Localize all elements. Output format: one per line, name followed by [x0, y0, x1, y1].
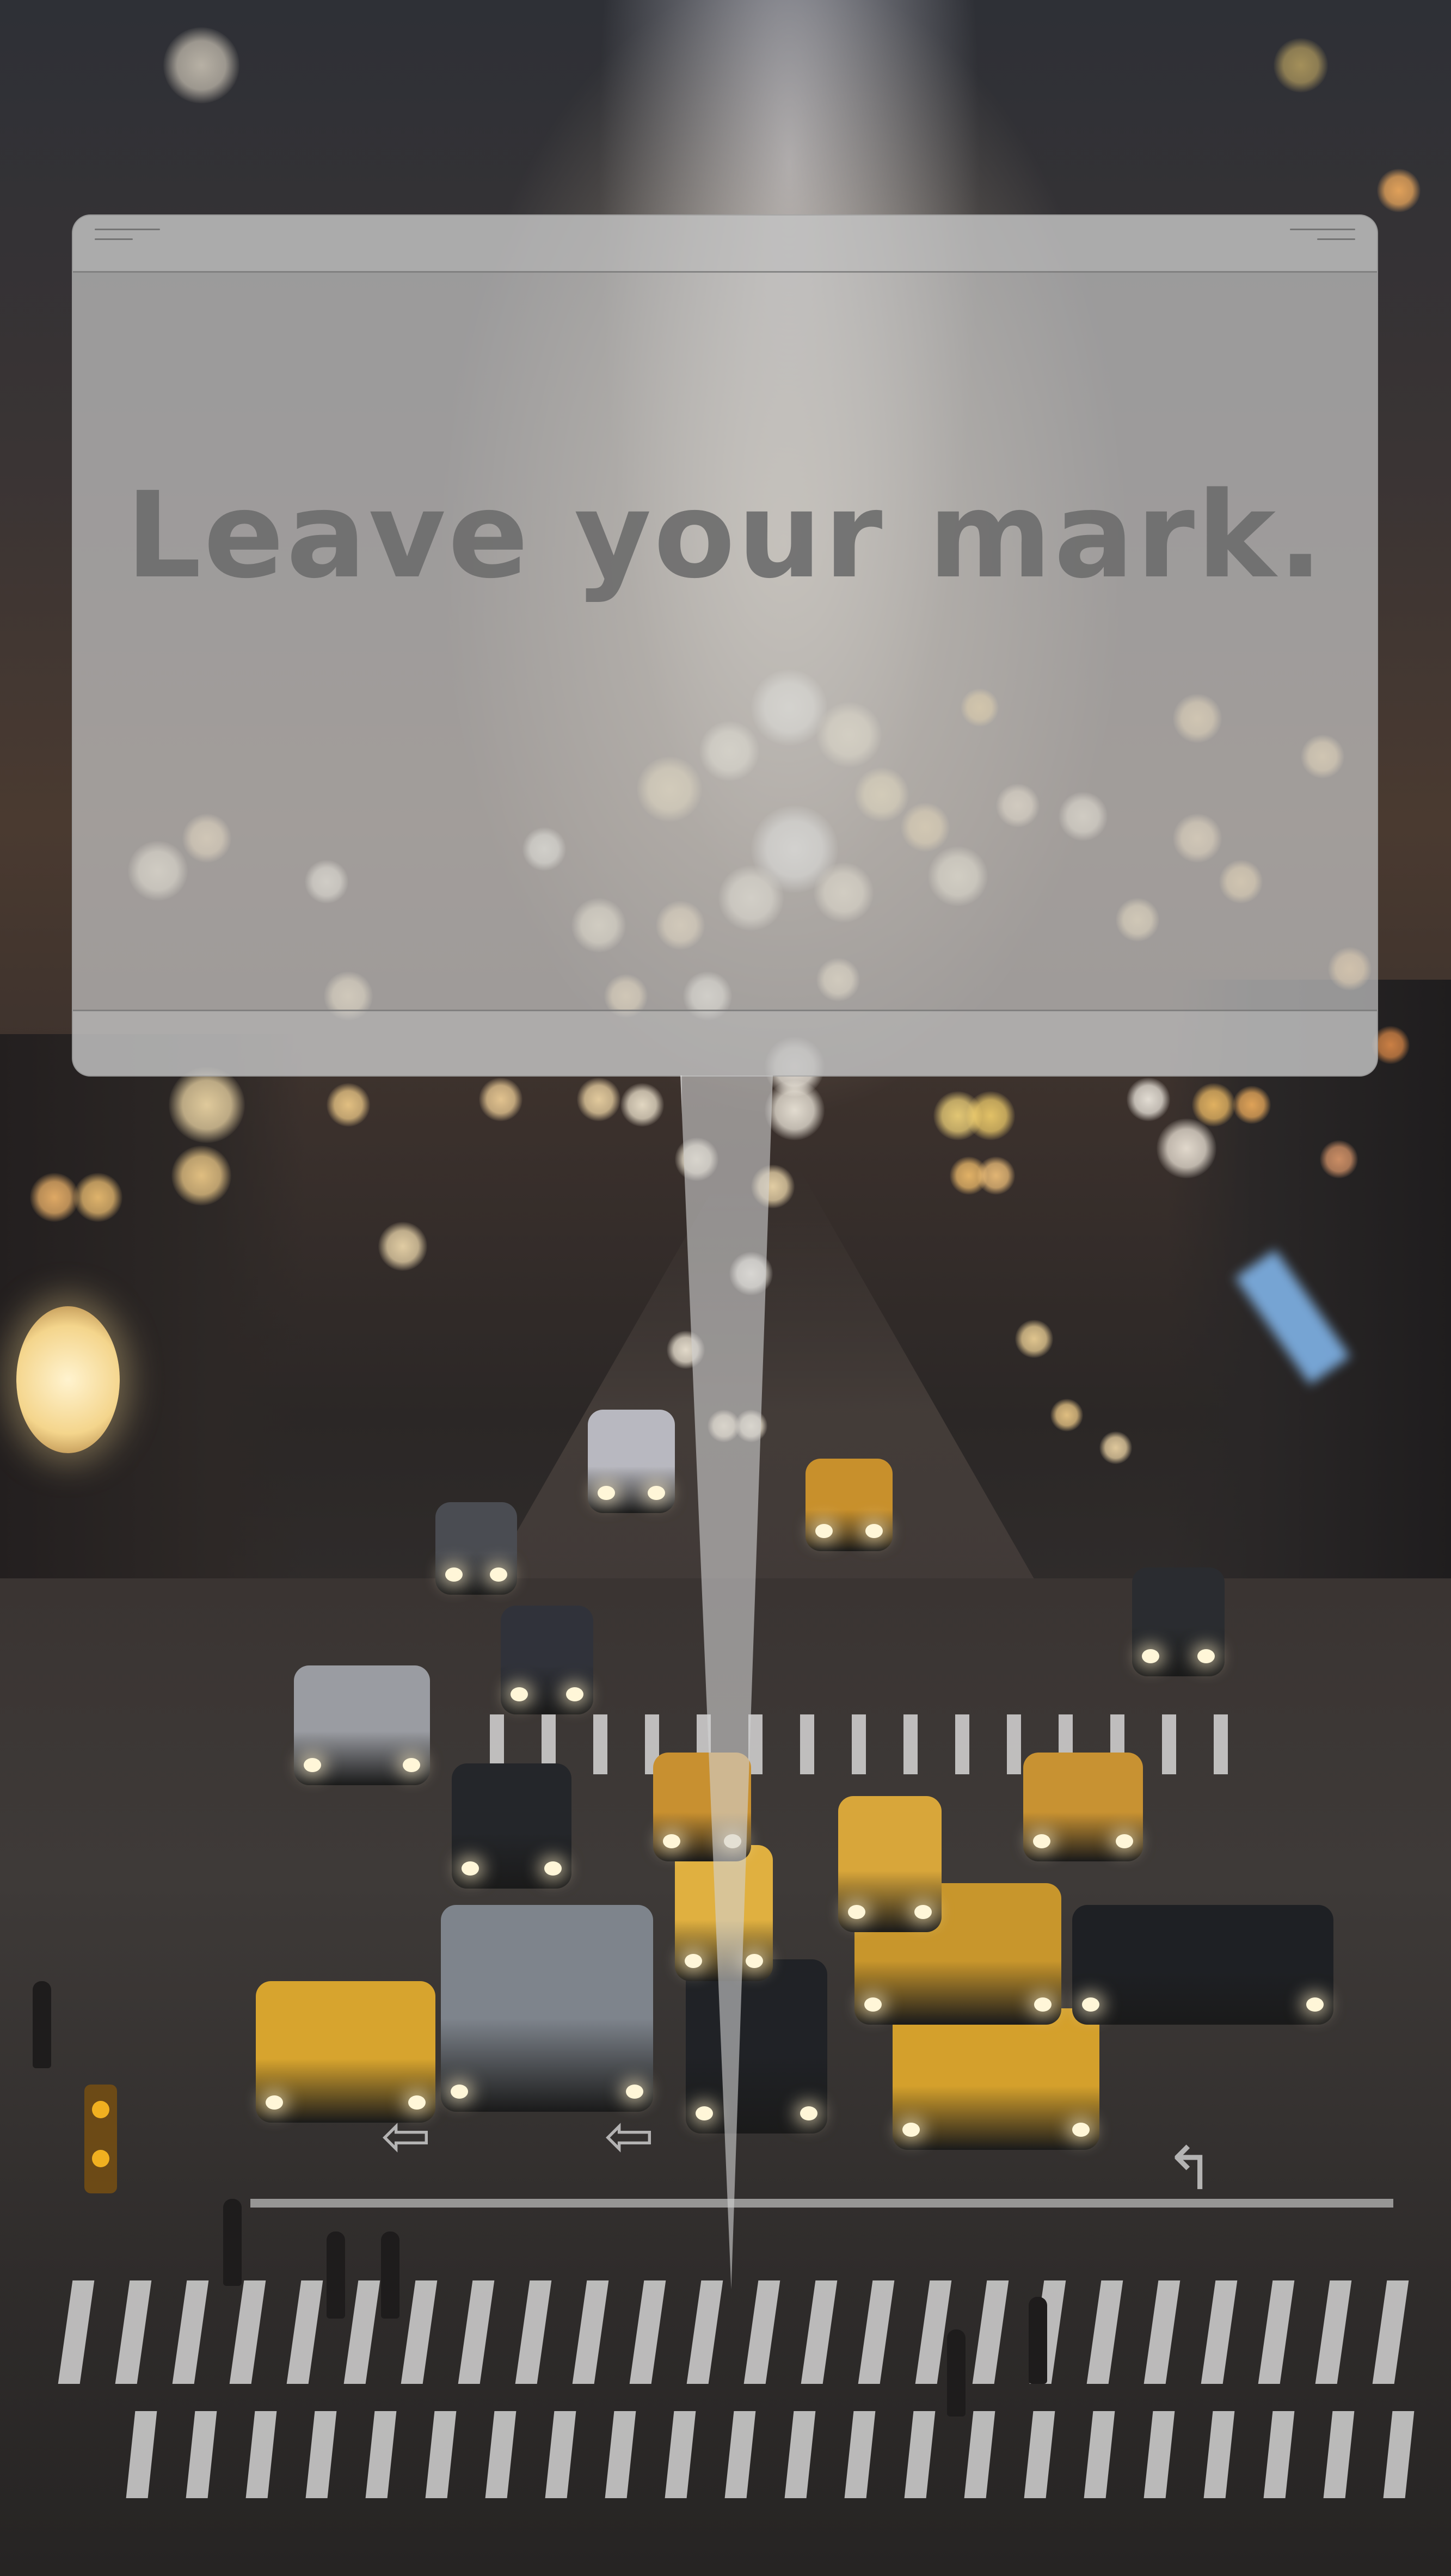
headlight — [403, 1758, 420, 1772]
bokeh-light — [977, 1157, 1015, 1195]
car — [893, 2008, 1099, 2150]
crosswalk-stripe — [903, 1714, 918, 1774]
bokeh-light — [169, 1067, 245, 1143]
car — [1132, 1567, 1225, 1676]
pedestrian — [33, 1981, 51, 2068]
headlight — [663, 1834, 680, 1848]
car — [1072, 1905, 1333, 2025]
headlight — [490, 1567, 507, 1582]
headlight — [451, 2085, 468, 2099]
pedestrian — [1029, 2297, 1047, 2384]
car — [294, 1665, 430, 1785]
bokeh-light — [1157, 1118, 1216, 1178]
headlight — [598, 1486, 615, 1500]
bokeh-light — [163, 27, 239, 103]
car — [838, 1796, 942, 1932]
lane-arrow-left: ⇦ — [381, 2101, 432, 2171]
bokeh-light — [765, 1080, 825, 1140]
stop-line — [250, 2199, 1393, 2208]
headlight — [304, 1758, 321, 1772]
bokeh-light — [1377, 169, 1421, 212]
car — [452, 1763, 571, 1889]
car — [686, 1959, 827, 2134]
bokeh-light — [479, 1078, 522, 1121]
headlight — [1197, 1649, 1215, 1663]
headlight — [445, 1567, 463, 1582]
pedestrian — [223, 2199, 242, 2286]
bokeh-light — [1233, 1086, 1271, 1124]
headlight — [1034, 1997, 1052, 2012]
headlight — [626, 2085, 643, 2099]
bokeh-light — [620, 1083, 664, 1127]
headlight — [865, 1524, 883, 1538]
crosswalk-stripe — [1214, 1714, 1228, 1774]
headlight — [566, 1687, 583, 1701]
crosswalk-stripe — [593, 1714, 607, 1774]
car — [435, 1502, 517, 1595]
car — [501, 1606, 593, 1714]
headlight — [902, 2123, 920, 2137]
headlight — [800, 2106, 817, 2120]
headlight — [266, 2095, 283, 2110]
headlight — [914, 1905, 932, 1919]
headlight — [815, 1524, 833, 1538]
headlight — [1306, 1997, 1324, 2012]
panel-top-bar — [73, 216, 1377, 273]
grip-lines-icon[interactable] — [1290, 229, 1355, 250]
speech-bubble-panel[interactable] — [72, 214, 1378, 1077]
headlight — [864, 1997, 882, 2012]
headlight — [1072, 2123, 1090, 2137]
headlight — [848, 1905, 865, 1919]
bokeh-light — [1192, 1083, 1235, 1127]
grip-lines-icon[interactable] — [95, 229, 160, 250]
crosswalk-stripe — [800, 1714, 814, 1774]
headlight — [746, 1954, 763, 1968]
bokeh-light — [327, 1083, 370, 1127]
headlight — [1116, 1834, 1133, 1848]
street-clock — [16, 1306, 120, 1453]
headlight — [511, 1687, 528, 1701]
crosswalk-stripe — [955, 1714, 969, 1774]
bokeh-light — [1050, 1399, 1083, 1431]
bokeh-light — [577, 1078, 620, 1121]
bokeh-light — [378, 1222, 427, 1271]
pedestrian — [947, 2329, 966, 2417]
crosswalk-stripe — [1007, 1714, 1021, 1774]
bokeh-light — [1099, 1431, 1132, 1464]
car — [588, 1410, 675, 1513]
car — [441, 1905, 653, 2112]
crosswalk-stripe — [852, 1714, 866, 1774]
headlight — [648, 1486, 665, 1500]
headlight — [1142, 1649, 1159, 1663]
panel-bottom-bar — [73, 1010, 1377, 1075]
car — [806, 1459, 893, 1551]
crosswalk-stripe — [1162, 1714, 1176, 1774]
headlight — [1082, 1997, 1099, 2012]
headlight — [685, 1954, 702, 1968]
headlight — [696, 2106, 713, 2120]
bokeh-light — [1127, 1078, 1170, 1121]
pedestrian — [381, 2231, 399, 2319]
headlight — [462, 1861, 479, 1876]
bokeh-light — [73, 1173, 122, 1222]
bokeh-light — [171, 1146, 231, 1206]
headline: Leave your mark. — [126, 467, 1325, 605]
bokeh-light — [1015, 1320, 1053, 1358]
bokeh-light — [966, 1091, 1015, 1140]
bokeh-light — [1274, 38, 1328, 93]
headlight — [544, 1861, 562, 1876]
lane-arrow-left-2: ⇦ — [604, 2101, 655, 2171]
pedestrian — [327, 2231, 345, 2319]
bokeh-light — [1320, 1140, 1358, 1178]
car — [1023, 1753, 1143, 1861]
bokeh-light — [30, 1173, 79, 1222]
lane-arrow-uturn: ↰ — [1165, 2134, 1215, 2203]
traffic-light — [84, 2085, 117, 2193]
headlight — [1033, 1834, 1050, 1848]
